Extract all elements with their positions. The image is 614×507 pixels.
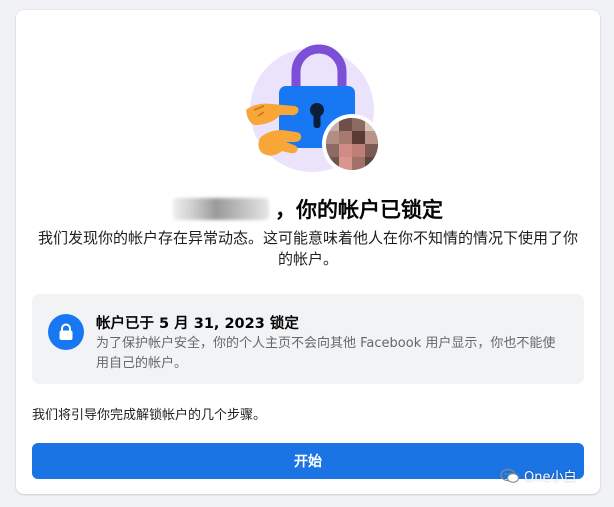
- locked-account-card: ，你的帐户已锁定 我们发现你的帐户存在异常动态。这可能意味着他人在你不知情的情况…: [16, 10, 600, 494]
- watermark: One小白: [500, 466, 576, 485]
- lock-reason-text: 为了保护帐户安全，你的个人主页不会向其他 Facebook 用户显示，你也不能使…: [96, 336, 556, 371]
- watermark-text: One小白: [524, 470, 577, 485]
- title-text: ，你的帐户已锁定: [275, 198, 443, 222]
- avatar: [326, 118, 378, 170]
- wechat-icon: [500, 468, 520, 483]
- steps-guidance-text: 我们将引导你完成解锁帐户的几个步骤。: [32, 408, 267, 423]
- lock-icon: [48, 314, 84, 350]
- lock-date-title: 帐户已于 5 月 31, 2023 锁定: [96, 316, 299, 332]
- locked-account-illustration: [246, 44, 382, 174]
- account-locked-notice: 帐户已于 5 月 31, 2023 锁定 为了保护帐户安全，你的个人主页不会向其…: [32, 294, 584, 384]
- blurred-user-name: [173, 198, 269, 220]
- unusual-activity-description: 我们发现你的帐户存在异常动态。这可能意味着他人在你不知情的情况下使用了你的帐户。: [37, 229, 578, 268]
- page-title: ，你的帐户已锁定: [16, 194, 600, 224]
